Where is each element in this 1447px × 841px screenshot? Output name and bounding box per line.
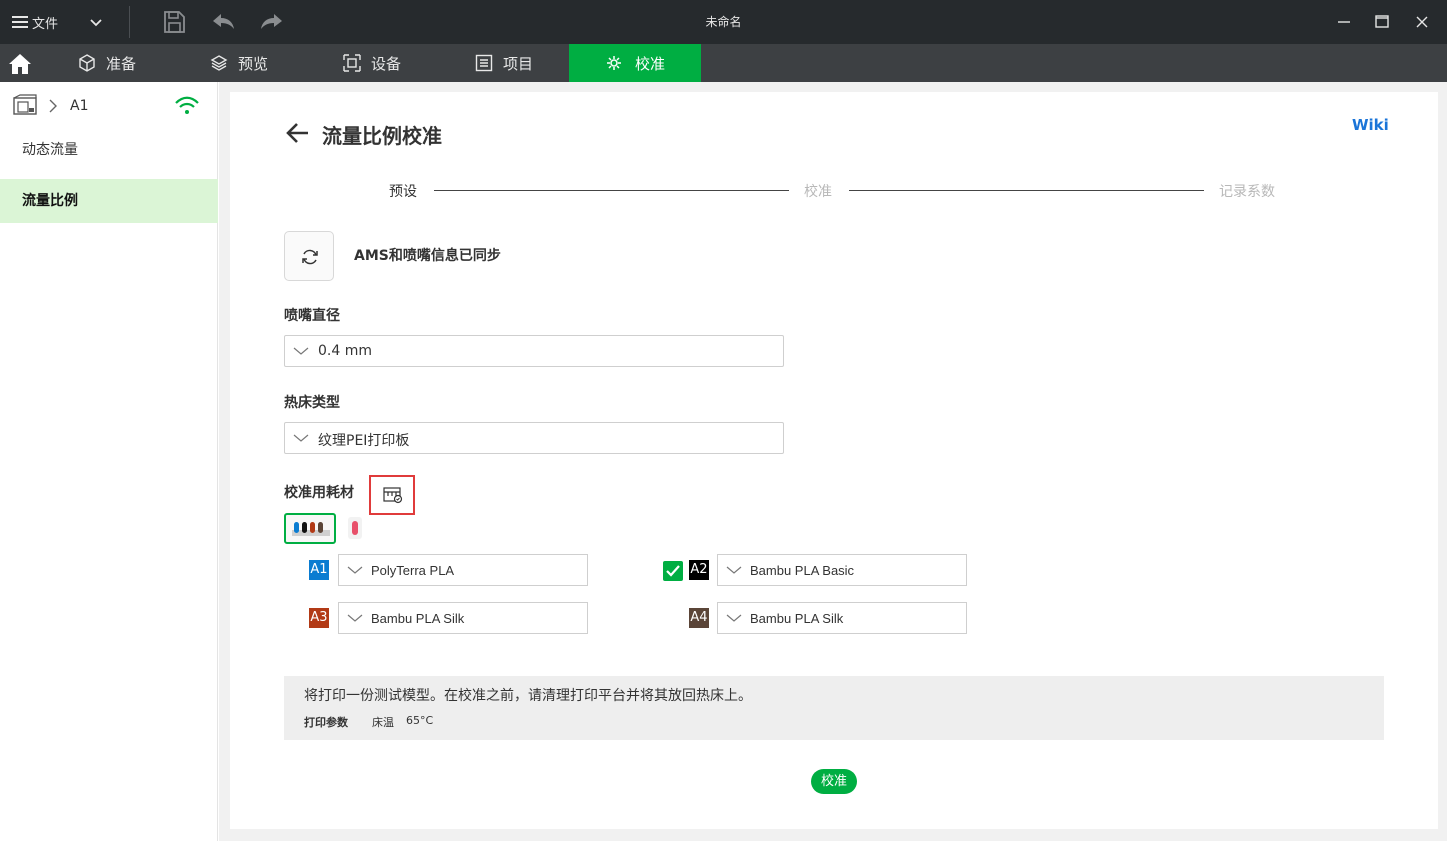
chevron-down-icon [347, 566, 363, 574]
print-params-label: 打印参数 [304, 716, 348, 729]
tab-preview[interactable]: 预览 [202, 44, 332, 82]
close-icon[interactable] [1412, 12, 1432, 32]
sync-button[interactable] [284, 231, 334, 281]
layers-icon [210, 55, 228, 71]
checkmark-icon [666, 565, 680, 577]
project-icon [475, 54, 493, 72]
slot-a1-filament-select[interactable]: PolyTerra PLA [338, 554, 588, 586]
cube-icon [79, 54, 95, 72]
tab-device[interactable]: 设备 [335, 44, 465, 82]
step-preset: 预设 [389, 184, 417, 200]
window-title: 未命名 [705, 15, 742, 29]
slot-a3-filament: Bambu PLA Silk [371, 611, 465, 626]
tab-device-label: 设备 [371, 54, 402, 73]
printer-icon[interactable] [12, 94, 38, 116]
device-icon [343, 54, 361, 72]
info-panel: 将打印一份测试模型。在校准之前，请清理打印平台并将其放回热床上。 打印参数 床温… [284, 676, 1384, 740]
slot-a4-filament-select[interactable]: Bambu PLA Silk [717, 602, 967, 634]
calibration-icon [606, 56, 621, 70]
slot-a2-badge: A2 [689, 560, 709, 580]
back-arrow-icon[interactable] [284, 120, 310, 146]
filament-label: 校准用耗材 [284, 485, 354, 501]
ams-spools-icon [292, 522, 330, 536]
step-connector [434, 190, 789, 191]
home-icon[interactable] [8, 53, 32, 75]
main-nav-bar: 准备 预览 设备 项目 校准 [0, 44, 1447, 82]
wiki-link[interactable]: Wiki [1352, 116, 1389, 134]
ams-settings-button[interactable] [369, 475, 415, 515]
chevron-down-icon [726, 614, 742, 622]
plate-type-select[interactable]: 纹理PEI打印板 [284, 422, 784, 454]
slot-a4-badge: A4 [689, 608, 709, 628]
refresh-icon [302, 249, 318, 265]
tab-calibration[interactable]: 校准 [569, 44, 701, 82]
minimize-icon[interactable] [1334, 12, 1354, 32]
info-message: 将打印一份测试模型。在校准之前，请清理打印平台并将其放回热床上。 [304, 688, 752, 704]
bed-temp-label: 床温 [372, 716, 394, 729]
external-spool-icon [352, 521, 358, 535]
sync-status-text: AMS和喷嘴信息已同步 [354, 248, 501, 264]
bed-temp-value: 65°C [406, 714, 434, 727]
plate-type-value: 纹理PEI打印板 [318, 433, 410, 449]
step-record: 记录系数 [1219, 184, 1275, 200]
nozzle-diameter-select[interactable]: 0.4 mm [284, 335, 784, 367]
maximize-icon[interactable] [1372, 12, 1392, 32]
external-spool-tab[interactable] [348, 517, 362, 539]
slot-a3-filament-select[interactable]: Bambu PLA Silk [338, 602, 588, 634]
slot-a2-filament-select[interactable]: Bambu PLA Basic [717, 554, 967, 586]
sidebar: A1 动态流量 流量比例 [0, 82, 218, 841]
ams-icon [383, 487, 403, 504]
tab-calibration-label: 校准 [634, 54, 665, 73]
tab-preview-label: 预览 [238, 54, 269, 73]
slot-a2-checkbox[interactable] [663, 561, 683, 581]
step-connector [849, 190, 1204, 191]
chevron-down-icon [726, 566, 742, 574]
slot-a3-badge: A3 [309, 608, 329, 628]
title-bar: 文件 未命名 [0, 0, 1447, 44]
slot-a2-filament: Bambu PLA Basic [750, 563, 855, 578]
slot-a4-filament: Bambu PLA Silk [750, 611, 844, 626]
sidebar-item-dynamic-flow[interactable]: 动态流量 [0, 128, 218, 172]
printer-name[interactable]: A1 [70, 98, 88, 114]
ams-unit-tab[interactable] [284, 513, 336, 544]
chevron-right-icon [49, 99, 57, 113]
nozzle-diameter-value: 0.4 mm [318, 343, 372, 359]
tab-prepare-label: 准备 [106, 54, 137, 73]
plate-type-label: 热床类型 [284, 395, 340, 411]
nozzle-diameter-label: 喷嘴直径 [284, 308, 340, 324]
tab-project-label: 项目 [503, 54, 534, 73]
chevron-down-icon [293, 347, 309, 355]
tab-prepare[interactable]: 准备 [70, 44, 200, 82]
step-calibrate: 校准 [804, 184, 832, 200]
calibrate-button[interactable]: 校准 [811, 769, 857, 794]
chevron-down-icon [347, 614, 363, 622]
slot-a1-filament: PolyTerra PLA [371, 563, 455, 578]
wifi-icon [175, 96, 199, 114]
page-title: 流量比例校准 [322, 124, 442, 148]
chevron-down-icon [293, 434, 309, 442]
sidebar-item-flow-ratio[interactable]: 流量比例 [0, 179, 218, 223]
slot-a1-badge: A1 [309, 560, 329, 580]
